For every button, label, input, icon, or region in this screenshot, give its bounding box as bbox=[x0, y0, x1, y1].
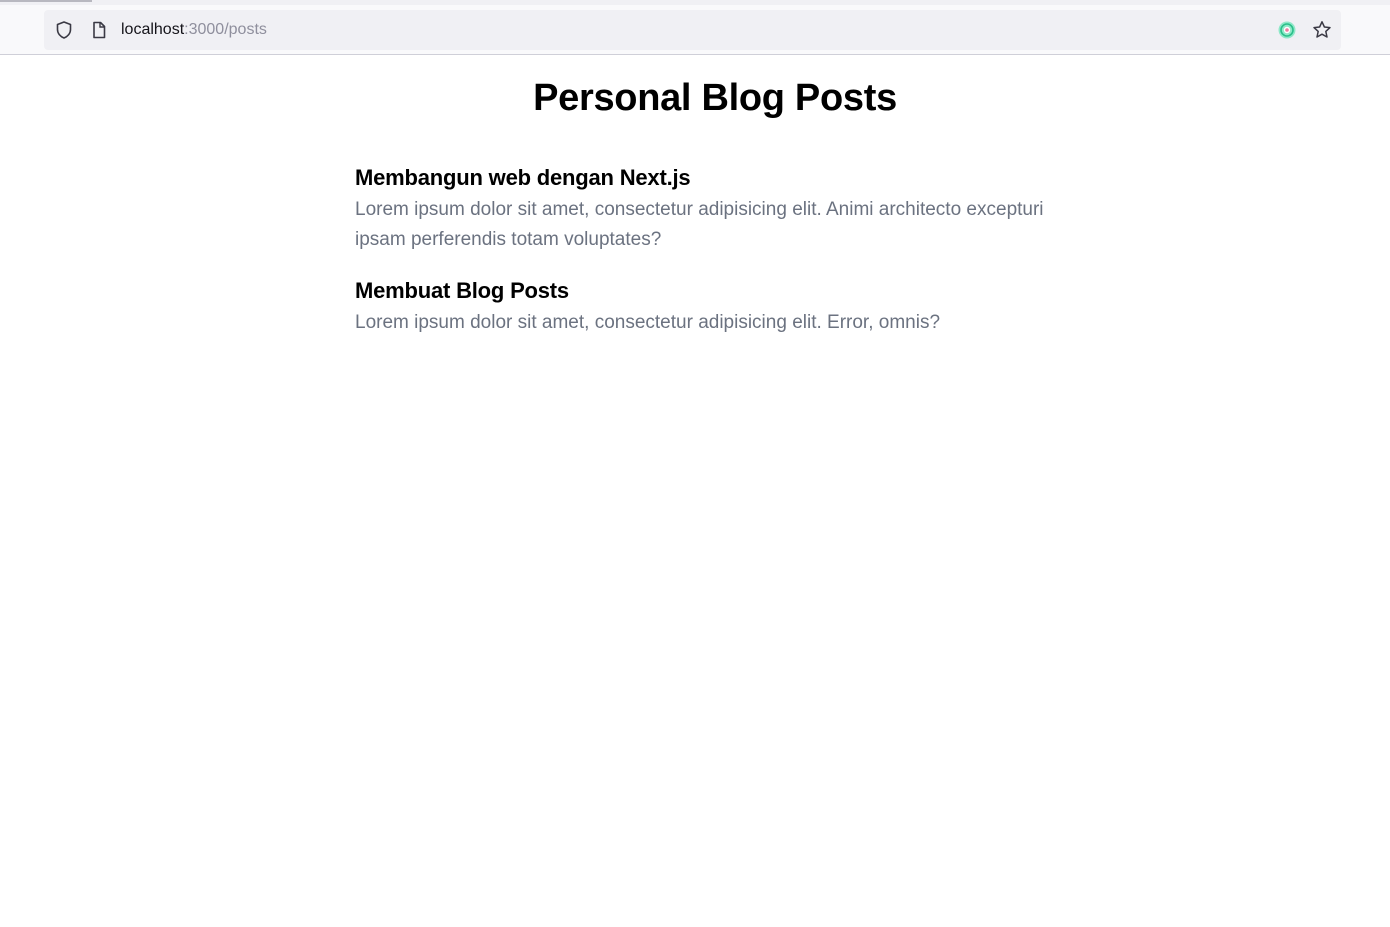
post-excerpt: Lorem ipsum dolor sit amet, consectetur … bbox=[355, 312, 941, 333]
post-title[interactable]: Membuat Blog Posts bbox=[355, 276, 1055, 306]
tab-indicator bbox=[0, 0, 92, 2]
page-icon[interactable] bbox=[89, 20, 109, 40]
post-item[interactable]: Membangun web dengan Next.js Lorem ipsum… bbox=[355, 163, 1055, 255]
shield-icon[interactable] bbox=[54, 20, 74, 40]
post-list: Membangun web dengan Next.js Lorem ipsum… bbox=[355, 163, 1055, 359]
post-excerpt: Lorem ipsum dolor sit amet, consectetur … bbox=[355, 199, 1044, 250]
page-title: Personal Blog Posts bbox=[533, 77, 897, 119]
url-text[interactable]: localhost:3000/posts bbox=[121, 21, 267, 39]
url-bar[interactable]: localhost:3000/posts bbox=[44, 10, 1341, 50]
bookmark-star-icon[interactable] bbox=[1312, 20, 1332, 40]
browser-toolbar: localhost:3000/posts bbox=[0, 5, 1390, 55]
url-path: :3000/posts bbox=[184, 21, 267, 38]
post-title[interactable]: Membangun web dengan Next.js bbox=[355, 163, 1055, 193]
extension-icon[interactable] bbox=[1277, 20, 1297, 40]
post-item[interactable]: Membuat Blog Posts Lorem ipsum dolor sit… bbox=[355, 276, 1055, 338]
url-host: localhost bbox=[121, 21, 185, 38]
